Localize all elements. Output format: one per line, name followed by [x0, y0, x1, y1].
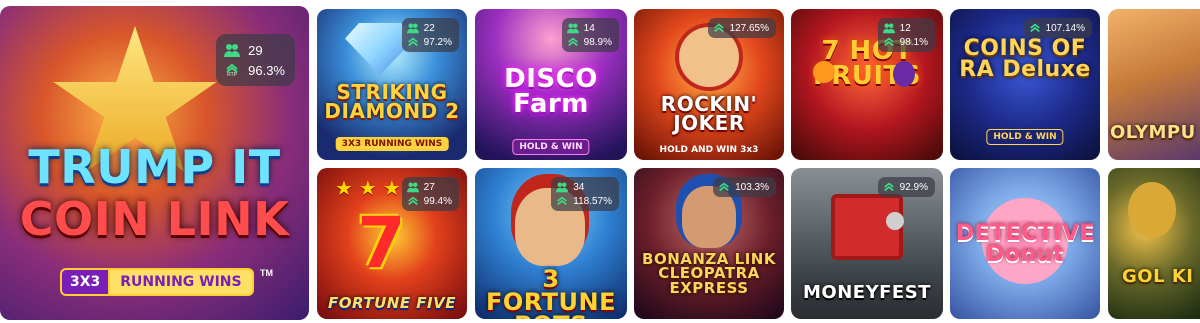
feature-banner-b: RUNNING WINS [110, 268, 254, 296]
players-count: 34 [573, 181, 585, 193]
game-title: GOL KI [1122, 266, 1194, 287]
game-tile-disco-farm[interactable]: DISCO Farm HOLD & WIN 14 98.9% [475, 9, 627, 160]
users-icon [556, 182, 569, 193]
game-title: BONANZA LINK CLEOPATRA EXPRESS [642, 250, 776, 297]
rtp-chevrons-icon [713, 23, 724, 33]
game-title: DETECTIVE Donut [956, 221, 1096, 267]
game-tile-olympus[interactable]: OLYMPU [1108, 9, 1200, 160]
stats-badge: 92.9% [877, 177, 935, 197]
stats-badge: 27 99.4% [401, 177, 459, 211]
game-title: DISCO Farm [504, 64, 598, 119]
rtp-chevrons-icon [407, 196, 418, 206]
game-title: ROCKIN' JOKER [660, 92, 758, 135]
users-icon [224, 44, 241, 57]
game-subtitle: HOLD AND WIN 3x3 [659, 145, 759, 155]
game-tile-fortune-five[interactable]: ★★★ 7 FORTUNE FIVE 27 99.4% [317, 168, 467, 319]
game-title: MONEYFEST [803, 282, 931, 303]
stats-badge: 103.3% [713, 177, 776, 197]
feature-banner-a: 3X3 [60, 268, 111, 296]
stats-badge: 127.65% [707, 18, 776, 38]
rtp-chevrons-icon [883, 37, 894, 47]
feature-banner: 3X3 RUNNING WINS [60, 268, 254, 296]
stats-badge: 29 RTP 96.3% [216, 34, 295, 86]
game-title-line-1: TRUMP IT [28, 140, 281, 194]
game-subtitle: HOLD & WIN [986, 129, 1064, 145]
players-count: 12 [899, 22, 911, 34]
game-subtitle: HOLD & WIN [512, 139, 590, 155]
rtp-value: 99.4% [423, 195, 452, 207]
safe-dial-icon [886, 212, 904, 230]
stats-badge: 22 97.2% [401, 18, 459, 52]
rtp-chevrons-icon: RTP [224, 63, 240, 78]
trademark: TM [260, 268, 273, 278]
users-icon [566, 23, 579, 34]
game-subtitle: 3X3 RUNNING WINS [335, 137, 449, 151]
game-tile-hot-fruits[interactable]: 7 HOT FRUITS 12 98.1% [791, 9, 943, 160]
rtp-value: 98.1% [899, 36, 928, 48]
stats-badge: 12 98.1% [877, 18, 935, 52]
seven-icon: 7 [357, 202, 406, 284]
rtp-chevrons-icon [407, 37, 418, 47]
users-icon [406, 182, 419, 193]
game-tile-3-fortune-pots[interactable]: 3 FORTUNE POTS 34 118.57% [475, 168, 627, 319]
stats-badge: 34 118.57% [551, 177, 619, 211]
game-title: 3 FORTUNE POTS [485, 265, 617, 319]
rtp-value: 97.2% [423, 36, 452, 48]
game-tile-moneyfest[interactable]: MONEYFEST 92.9% [791, 168, 943, 319]
game-title-line-2: COIN LINK [19, 192, 290, 246]
game-title: COINS OF RA Deluxe [959, 36, 1091, 82]
rtp-caption: RTP [227, 71, 238, 78]
players-count: 22 [423, 22, 435, 34]
game-tile-trump-it-coin-link[interactable]: TRUMP IT COIN LINK 3X3 RUNNING WINS TM 2… [0, 6, 309, 320]
game-tile-bonanza-link-cleopatra[interactable]: BONANZA LINK CLEOPATRA EXPRESS 103.3% [634, 168, 784, 319]
rtp-value: 103.3% [735, 181, 769, 193]
users-icon [882, 23, 895, 34]
players-count: 29 [248, 42, 263, 58]
game-title: STRIKING DIAMOND 2 [324, 80, 460, 123]
players-count: 27 [423, 181, 435, 193]
stats-badge: 107.14% [1023, 18, 1092, 38]
rtp-value: 96.3% [248, 62, 285, 78]
rtp-value: 127.65% [729, 22, 769, 34]
plum-graphic [893, 61, 915, 87]
rtp-value: 98.9% [583, 36, 612, 48]
game-tile-coins-of-ra[interactable]: COINS OF RA Deluxe HOLD & WIN 107.14% [950, 9, 1100, 160]
rtp-value: 107.14% [1045, 22, 1085, 34]
users-icon [406, 23, 419, 34]
game-tile-striking-diamond-2[interactable]: STRIKING DIAMOND 2 3X3 RUNNING WINS 22 9… [317, 9, 467, 160]
game-tile-rockin-joker[interactable]: ROCKIN' JOKER HOLD AND WIN 3x3 127.65% [634, 9, 784, 160]
game-tile-golden-kiwi[interactable]: GOL KI [1108, 168, 1200, 319]
orange-graphic [813, 61, 835, 83]
rtp-value: 118.57% [573, 195, 612, 207]
rtp-chevrons-icon [719, 182, 729, 192]
players-count: 14 [583, 22, 595, 34]
game-title: FORTUNE FIVE [328, 294, 456, 312]
game-tile-detective-donut[interactable]: DETECTIVE Donut [950, 168, 1100, 319]
kiwi-bird-graphic [1128, 182, 1176, 238]
game-title: OLYMPU [1110, 122, 1196, 143]
rtp-chevrons-icon [1029, 23, 1040, 33]
rtp-value: 92.9% [899, 181, 928, 193]
stats-badge: 14 98.9% [561, 18, 619, 52]
rtp-chevrons-icon [557, 196, 568, 206]
rtp-chevrons-icon [883, 182, 894, 192]
rtp-chevrons-icon [567, 37, 578, 47]
stars-icon: ★★★ [335, 178, 407, 200]
